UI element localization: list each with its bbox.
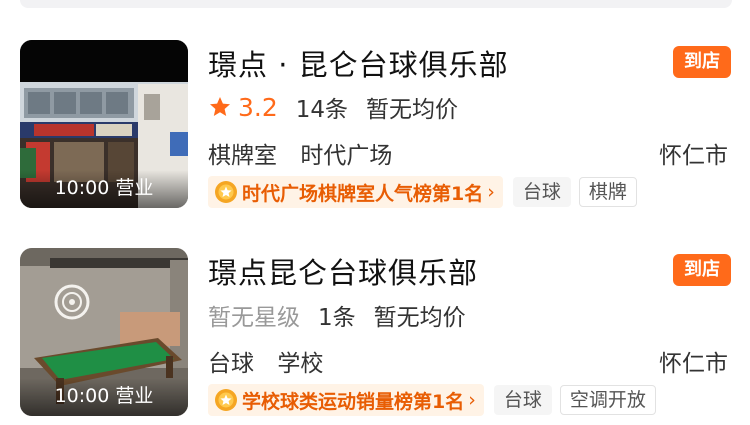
business-hours: 10:00 营业 (20, 170, 188, 208)
city-label: 怀仁市 (659, 143, 728, 169)
star-icon (210, 97, 230, 116)
review-count: 1条 (318, 305, 356, 331)
listing-title[interactable]: 璟点昆仑台球俱乐部 (208, 250, 478, 292)
tag: 台球 (493, 385, 552, 415)
average-price: 暂无均价 (373, 305, 466, 331)
city-label: 怀仁市 (659, 351, 728, 377)
listing-thumbnail[interactable]: 10:00 营业 (20, 248, 188, 416)
average-price: 暂无均价 (366, 97, 459, 123)
medal-icon (215, 389, 237, 411)
listing-card[interactable]: 10:00 营业 璟点 · 昆仑台球俱乐部 到店 3.2 14条 暂无均价 棋牌… (0, 38, 750, 218)
category-row: 棋牌室 时代广场 (208, 136, 408, 170)
store-badge: 到店 (673, 46, 731, 78)
medal-icon (215, 181, 237, 203)
ranking-badge[interactable]: 学校球类运动销量榜第1名 › (208, 384, 484, 416)
listing-thumbnail[interactable]: 10:00 营业 (20, 40, 188, 208)
chevron-right-icon: › (487, 181, 495, 203)
tags-row: 学校球类运动销量榜第1名 › 台球 空调开放 (208, 384, 664, 416)
tag: 台球 (512, 177, 571, 207)
store-badge: 到店 (673, 254, 731, 286)
review-count: 14条 (295, 97, 349, 123)
listing-card[interactable]: 10:00 营业 璟点昆仑台球俱乐部 到店 暂无星级 1条 暂无均价 台球 学校… (0, 246, 750, 425)
business-hours: 10:00 营业 (20, 378, 188, 416)
ranking-badge[interactable]: 时代广场棋牌室人气榜第1名 › (208, 176, 503, 208)
rating-score: 3.2 (238, 92, 278, 122)
ranking-text: 学校球类运动销量榜第1名 (242, 390, 465, 413)
rating-row: 3.2 14条 暂无均价 (208, 92, 459, 123)
chevron-right-icon: › (468, 389, 476, 411)
tag: 空调开放 (559, 385, 656, 415)
category-label: 台球 (208, 351, 254, 377)
area-label: 学校 (277, 351, 324, 377)
category-row: 台球 学校 (208, 344, 339, 378)
tag: 棋牌 (578, 177, 637, 207)
rating-row: 暂无星级 1条 暂无均价 (208, 300, 466, 331)
ranking-text: 时代广场棋牌室人气榜第1名 (242, 182, 484, 205)
star-level: 暂无星级 (208, 305, 300, 331)
tags-row: 时代广场棋牌室人气榜第1名 › 台球 棋牌 (208, 176, 645, 208)
previous-card-edge (20, 0, 732, 8)
area-label: 时代广场 (300, 143, 393, 169)
category-label: 棋牌室 (208, 143, 277, 169)
listing-title[interactable]: 璟点 · 昆仑台球俱乐部 (208, 42, 509, 84)
